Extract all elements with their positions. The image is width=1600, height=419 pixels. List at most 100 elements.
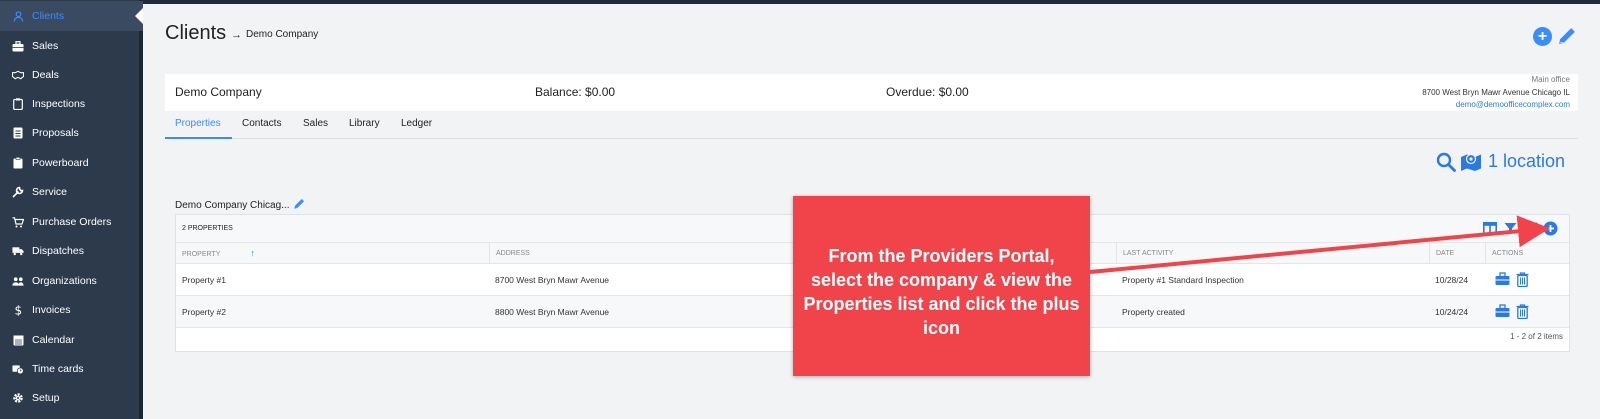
sidebar-item-label: Dispatches (32, 245, 84, 257)
columns-button[interactable] (1483, 222, 1497, 240)
filter-button[interactable] (1504, 222, 1517, 240)
sidebar-item-label: Organizations (32, 275, 97, 287)
company-balance: Balance: $0.00 (535, 85, 616, 99)
sidebar: Clients Sales Deals Inspections Proposal… (0, 0, 143, 419)
property-group-title: Demo Company Chicag... (175, 200, 290, 211)
clipboard-icon (12, 98, 24, 110)
people-icon (12, 275, 24, 287)
property-date: 10/28/24 (1435, 275, 1469, 285)
pagination-info: 1 - 2 of 2 items (1510, 332, 1563, 341)
sidebar-item-deals[interactable]: Deals (0, 60, 143, 90)
trash-icon (1516, 304, 1529, 320)
sidebar-item-powerboard[interactable]: Powerboard (0, 148, 143, 178)
wrench-icon (12, 186, 24, 198)
property-address: 8800 West Bryn Mawr Avenue (495, 307, 610, 317)
company-summary-card: Demo Company Balance: $0.00 Overdue: $0.… (165, 74, 1578, 111)
search-button[interactable] (1436, 152, 1456, 177)
column-header-property[interactable]: PROPERTY ↑ (176, 243, 489, 264)
gear-icon (12, 392, 24, 404)
property-last-activity: Property created (1122, 307, 1185, 317)
column-header-date[interactable]: DATE (1429, 243, 1485, 264)
sidebar-item-calendar[interactable]: Calendar (0, 325, 143, 355)
sidebar-item-dispatches[interactable]: Dispatches (0, 236, 143, 266)
location-count[interactable]: 1 location (1488, 151, 1565, 172)
edit-group-button[interactable] (293, 197, 306, 215)
sidebar-item-label: Calendar (32, 334, 75, 346)
open-property-button[interactable] (1495, 304, 1510, 323)
property-date: 10/24/24 (1435, 307, 1469, 317)
calendar-icon (12, 334, 24, 346)
company-name: Demo Company (175, 85, 262, 99)
property-last-activity: Property #1 Standard Inspection (1122, 275, 1244, 285)
column-header-actions: ACTIONS (1485, 243, 1571, 264)
sidebar-item-label: Setup (32, 392, 60, 404)
pencil-icon (1559, 28, 1575, 44)
sidebar-item-sales[interactable]: Sales (0, 31, 143, 61)
sidebar-item-service[interactable]: Service (0, 177, 143, 207)
svg-text:$: $ (15, 304, 23, 316)
toolbox-icon (1495, 304, 1510, 317)
map-marker-icon (1461, 153, 1481, 171)
page-title: Clients (165, 22, 227, 44)
plus-icon: + (1537, 28, 1548, 45)
export-button[interactable] (1524, 222, 1538, 240)
sidebar-item-label: Inspections (32, 98, 86, 110)
top-bar (0, 0, 1600, 4)
sidebar-item-label: Sales (32, 40, 59, 52)
filter-icon (1504, 223, 1517, 234)
column-header-last-activity[interactable]: LAST ACTIVITY (1116, 243, 1429, 264)
active-tab-indicator (165, 137, 232, 139)
person-icon (12, 10, 24, 22)
grid-export-icon (1524, 222, 1538, 235)
add-client-button[interactable]: + (1533, 27, 1552, 46)
sidebar-item-invoices[interactable]: $ Invoices (0, 295, 143, 325)
tab-library[interactable]: Library (349, 118, 380, 129)
cart-icon (12, 216, 24, 228)
office-label: Main office (1531, 75, 1570, 84)
sidebar-item-purchase-orders[interactable]: Purchase Orders (0, 207, 143, 237)
property-name[interactable]: Property #2 (176, 296, 226, 328)
sidebar-item-time-cards[interactable]: Time cards (0, 354, 143, 384)
handshake-icon (12, 69, 24, 81)
office-email-link[interactable]: demo@demoofficecomplex.com (1456, 100, 1570, 109)
map-button[interactable] (1460, 152, 1482, 177)
sidebar-item-label: Deals (32, 69, 59, 81)
sort-ascending-icon[interactable]: ↑ (250, 248, 255, 258)
tab-ledger[interactable]: Ledger (401, 118, 432, 129)
client-tabs: Properties Contacts Sales Library Ledger (165, 113, 1578, 139)
breadcrumb[interactable]: Demo Company (246, 29, 318, 40)
delete-property-button[interactable] (1516, 272, 1529, 292)
sidebar-item-label: Invoices (32, 304, 71, 316)
toolbox-icon (1495, 272, 1510, 285)
property-name[interactable]: Property #1 (176, 264, 226, 296)
open-property-button[interactable] (1495, 272, 1510, 291)
sidebar-item-label: Service (32, 186, 68, 198)
sidebar-item-proposals[interactable]: Proposals (0, 118, 143, 148)
trash-icon (1516, 272, 1529, 288)
breadcrumb-arrow-icon: → (231, 29, 242, 41)
truck-icon (12, 245, 24, 257)
clock-card-icon (12, 363, 24, 375)
clipboard-icon (12, 157, 24, 169)
tab-contacts[interactable]: Contacts (242, 118, 281, 129)
delete-property-button[interactable] (1516, 304, 1529, 324)
sidebar-item-organizations[interactable]: Organizations (0, 266, 143, 296)
tab-properties[interactable]: Properties (175, 118, 221, 129)
dollar-icon: $ (12, 304, 24, 316)
company-overdue: Overdue: $0.00 (886, 85, 969, 99)
sidebar-item-label: Clients (32, 10, 65, 22)
sidebar-item-label: Powerboard (32, 157, 89, 169)
sidebar-item-label: Time cards (32, 363, 84, 375)
sidebar-item-setup[interactable]: Setup (0, 383, 143, 413)
add-property-button[interactable] (1543, 221, 1558, 241)
sidebar-item-clients[interactable]: Clients (0, 1, 143, 31)
columns-icon (1483, 222, 1497, 235)
properties-count: 2 PROPERTIES (182, 225, 233, 232)
sidebar-item-label: Proposals (32, 127, 79, 139)
briefcase-icon (12, 40, 24, 52)
tab-sales[interactable]: Sales (303, 118, 328, 129)
sidebar-item-inspections[interactable]: Inspections (0, 89, 143, 119)
edit-client-button[interactable] (1557, 25, 1578, 51)
property-address: 8700 West Bryn Mawr Avenue (495, 275, 610, 285)
plus-circle-icon (1543, 221, 1558, 236)
